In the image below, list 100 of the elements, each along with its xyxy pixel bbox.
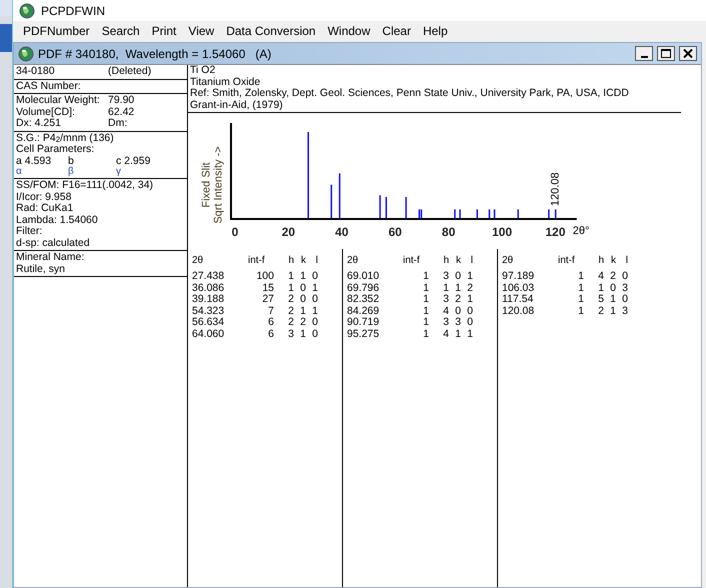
table-cell-text: 0 (454, 271, 461, 282)
minimize-icon (640, 56, 648, 58)
menu-item[interactable]: View (182, 22, 220, 38)
card-text: β (68, 167, 75, 177)
table-cell-text: 1 (299, 328, 306, 340)
tick-label: 100 (490, 224, 514, 241)
table-cell-text: 0 (311, 294, 318, 306)
table-cell-text: 1 (466, 328, 473, 340)
column-header: l (624, 254, 628, 268)
peak-line (330, 184, 332, 218)
axis-title: Fixed Slit (201, 162, 213, 208)
column-header: int-f (557, 254, 576, 268)
table-cell-text: 7 (267, 306, 274, 317)
table-cell-text: 0 (311, 328, 318, 340)
column-header: h (442, 254, 449, 268)
table-cell-text: 1 (311, 306, 318, 317)
card-text: α (16, 167, 23, 177)
table-cell-text: 1 (466, 271, 473, 282)
table-cell-text: 1 (609, 294, 616, 306)
table-cell-text: 1 (422, 317, 429, 328)
table-cell-text: 27.438 (192, 271, 226, 282)
table-cell-text: 0 (609, 282, 616, 294)
table-cell-text: 1 (422, 306, 429, 317)
card-text: c 2.959 (116, 156, 152, 167)
menu-item[interactable]: Search (96, 22, 146, 38)
card-text: a 4.593 (16, 156, 52, 167)
peak-line (405, 196, 407, 218)
menu-item[interactable]: Data Conversion (220, 22, 322, 38)
peak-line (548, 209, 550, 218)
card-value: (Deleted) (108, 66, 152, 78)
reference: Ref: Smith, Zolensky, Dept. Geol. Sciences, Penn State Univ., University Park, PA, USA, ICDD Grant-in-Aid, (1979) (190, 88, 630, 111)
card-text: Mineral Name: (16, 252, 84, 264)
menu-item[interactable]: Help (416, 22, 454, 38)
table-cell-text: 120.08 (502, 306, 536, 317)
table-cell-text: 1 (577, 282, 584, 294)
card-value: Dm: (108, 118, 128, 130)
card-text: d-sp: calculated (16, 238, 90, 249)
table-cell-text: 1 (577, 271, 584, 282)
close-button[interactable] (679, 46, 697, 61)
table-cell-text: 2 (466, 282, 473, 294)
table-cell-text: 1 (577, 294, 584, 306)
card-value: 62.42 (108, 106, 134, 118)
table-cell-text: 1 (287, 282, 294, 294)
table-cell-text: 90.719 (347, 317, 380, 328)
table-cell-text: 84.269 (347, 306, 380, 317)
card-text: SS/FOM: F16=111(.0042, 34) (16, 180, 154, 192)
table-cell-text: 117.54 (502, 294, 534, 306)
card-text: Lambda: 1.54060 (16, 214, 98, 226)
column-header: k (610, 254, 616, 268)
column-header: int-f (402, 254, 421, 268)
table-cell-text: 3 (454, 317, 461, 328)
document-icon (18, 46, 34, 62)
tick-label: 40 (334, 224, 350, 241)
menu-item[interactable]: Window (322, 22, 376, 38)
table-cell-text: 15 (261, 282, 274, 294)
menu-item[interactable]: PDFNumber (17, 22, 96, 38)
card-text: Cell Parameters: (16, 144, 94, 156)
table-cell-text: 1 (422, 294, 429, 306)
card-value: 79.90 (108, 95, 134, 106)
table-cell-text: 56.634 (192, 317, 226, 328)
table-cell-text: 1 (454, 328, 461, 340)
table-cell-text: 1 (299, 271, 306, 282)
peak-line (494, 209, 496, 218)
column-header: k (455, 254, 461, 268)
card-label: Volume[CD]: (16, 106, 76, 118)
peak-line (517, 209, 519, 218)
menu-item[interactable]: Print (146, 22, 182, 38)
tick-label: 20 (280, 224, 296, 241)
card-text: CAS Number: (16, 80, 81, 92)
card-text: γ (116, 167, 122, 177)
card-text: S.G.: P4$_{2}$/mnm (136) (16, 132, 114, 144)
app-icon (19, 2, 35, 18)
table-cell-text: 1 (597, 282, 604, 294)
table-cell-text: 2 (287, 294, 294, 306)
card-label: 34-0180 (16, 66, 56, 78)
minimize-button[interactable] (635, 46, 653, 61)
table-cell-text: 97.189 (502, 271, 536, 282)
peak-line (454, 209, 456, 218)
close-icon (683, 49, 693, 58)
peak-line (488, 209, 490, 218)
window-title: PCPDFWIN (41, 2, 105, 20)
table-cell-text: 0 (311, 317, 318, 328)
menu-item[interactable]: Clear (376, 22, 417, 38)
axis-title: Sqrt Intensity -> (213, 146, 225, 224)
column-header: 2θ (347, 254, 360, 268)
tick-label: 0 (230, 224, 240, 241)
axis-title: 2θ° (572, 224, 590, 239)
table-cell-text: 5 (597, 294, 604, 306)
column-header: l (314, 254, 318, 268)
table-cell-text: 1 (442, 282, 449, 294)
card-label: Molecular Weight: (16, 95, 101, 106)
maximize-button[interactable] (657, 46, 675, 61)
table-cell-text: 2 (287, 306, 294, 317)
table-cell-text: 82.352 (347, 294, 380, 306)
column-header: 2θ (192, 254, 204, 268)
table-cell-text: 39.188 (192, 294, 226, 306)
tick-label: 120 (544, 224, 566, 241)
card-text: Rad: CuKa1 (16, 203, 74, 214)
column-header: k (300, 254, 306, 268)
table-cell-text: 95.275 (347, 328, 380, 340)
